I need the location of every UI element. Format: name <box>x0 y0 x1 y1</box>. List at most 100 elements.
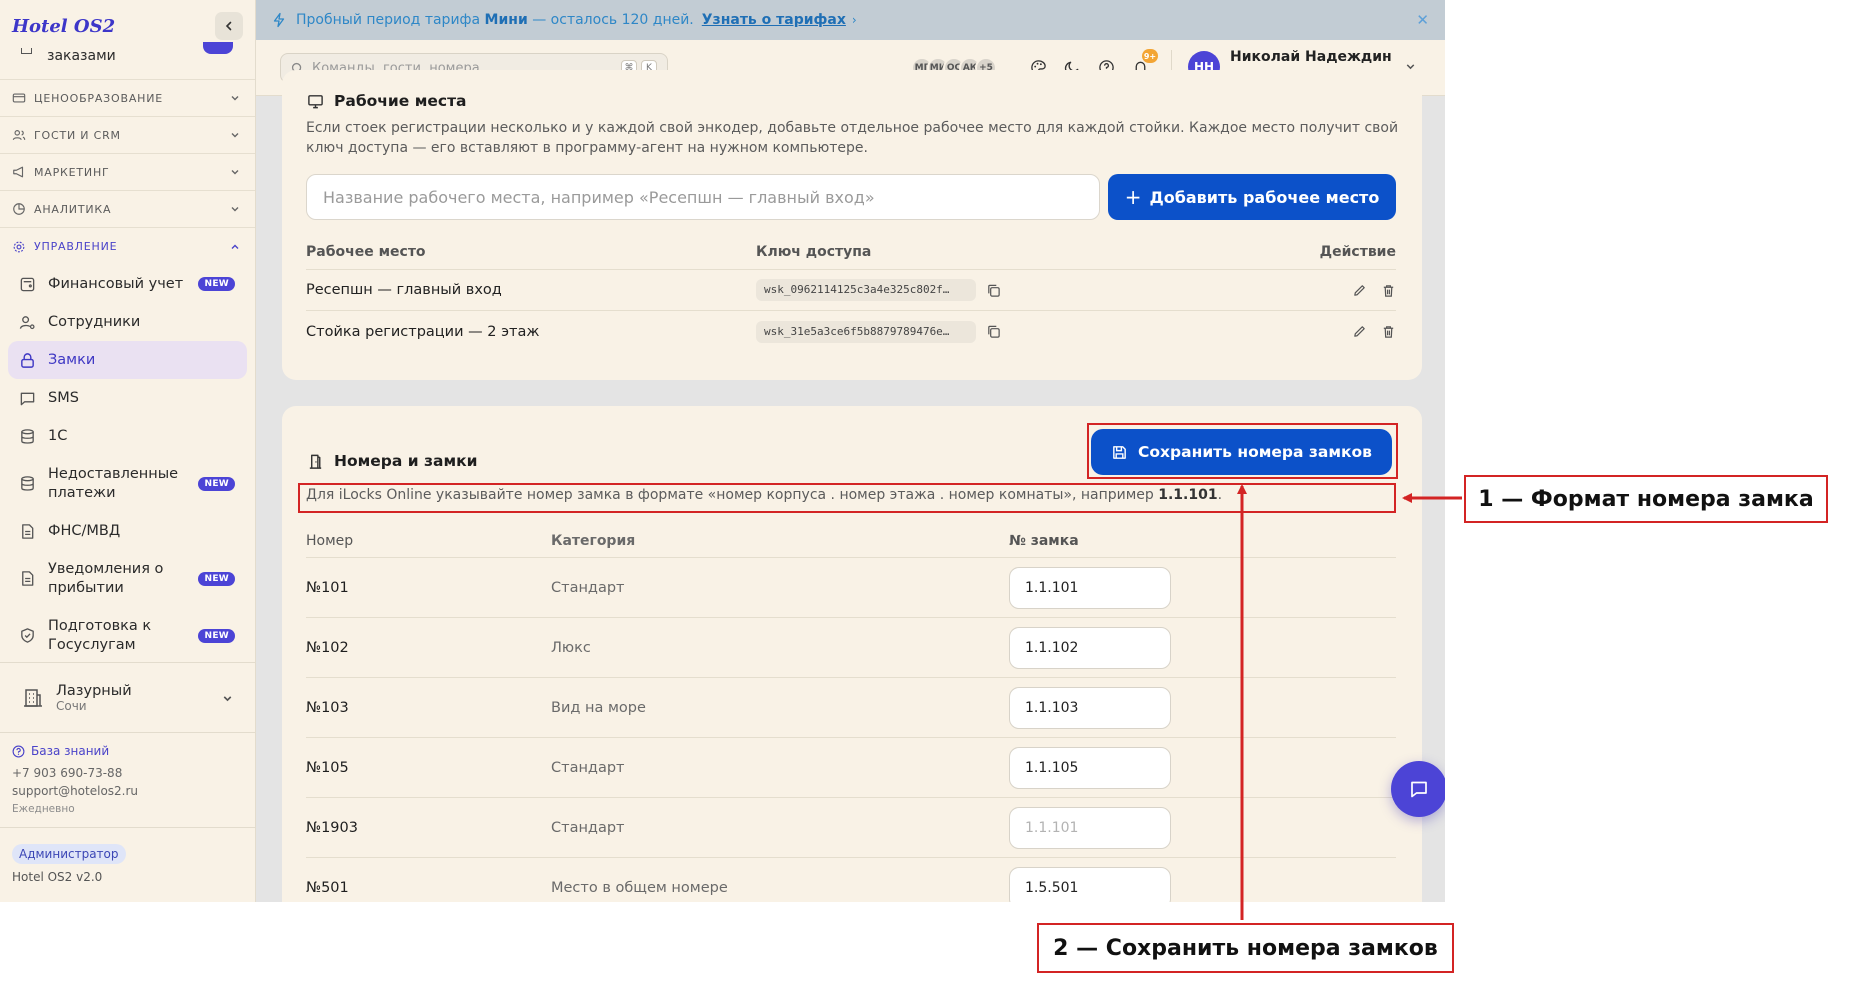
orders-badge <box>203 42 233 54</box>
lock-number-input[interactable]: 1.1.103 <box>1009 686 1171 729</box>
banner-text: Пробный период тарифа <box>296 12 481 28</box>
tariffs-link[interactable]: Узнать о тарифах <box>702 12 846 28</box>
column-header: Номер <box>306 532 354 549</box>
room-category: Люкс <box>551 639 591 656</box>
lock-number-input[interactable]: 1.1.102 <box>1009 626 1171 669</box>
add-workstation-button[interactable]: + Добавить рабочее место <box>1108 174 1396 220</box>
database-icon <box>21 476 34 491</box>
section-label: ЦЕНООБРАЗОВАНИЕ <box>34 91 164 105</box>
sidebar-item-label: Финансовый учет <box>48 275 184 292</box>
lightning-icon <box>273 12 285 28</box>
support-email[interactable]: support@hotelos2.ru <box>12 782 138 800</box>
column-header: Рабочее место <box>306 243 426 260</box>
room-category: Стандарт <box>551 759 625 776</box>
support-hours: Ежедневно <box>12 803 75 815</box>
shield-check-icon <box>21 628 34 643</box>
notification-count: 9+ <box>1142 49 1158 63</box>
workstation-name-input[interactable]: Название рабочего места, например «Ресеп… <box>306 174 1100 220</box>
role-block: Администратор Hotel OS2 v2.0 <box>12 843 126 884</box>
close-banner-button[interactable]: ✕ <box>1416 11 1429 29</box>
section-guests-crm[interactable]: ГОСТИ И CRM <box>0 117 255 154</box>
trash-icon[interactable] <box>1381 324 1396 339</box>
section-pricing[interactable]: ЦЕНООБРАЗОВАНИЕ <box>0 80 255 117</box>
lock-number-input[interactable]: 1.1.105 <box>1009 746 1171 789</box>
section-analytics[interactable]: АНАЛИТИКА <box>0 191 255 228</box>
chevron-down-icon <box>231 96 239 101</box>
button-label: Добавить рабочее место <box>1149 187 1380 207</box>
divider <box>0 732 256 733</box>
ledger-icon <box>20 277 35 291</box>
new-badge: NEW <box>198 476 235 491</box>
support-phone[interactable]: +7 903 690-73-88 <box>12 764 138 782</box>
edit-icon[interactable] <box>1352 324 1367 339</box>
highlight-save-button <box>1087 423 1398 479</box>
door-icon <box>309 454 322 469</box>
lock-number-input[interactable]: 1.5.501 <box>1009 866 1171 902</box>
sidebar-item-label: Замки <box>48 351 96 368</box>
new-badge: NEW <box>198 628 235 643</box>
chevron-down-icon <box>231 133 239 138</box>
chevron-right-icon: › <box>851 13 857 27</box>
sidebar-item-orders[interactable]: заказами <box>0 42 255 70</box>
new-badge: NEW <box>198 571 235 586</box>
workstations-table: Рабочее место Ключ доступа Действие Ресе… <box>306 234 1396 352</box>
sidebar-item-locks[interactable]: Замки <box>8 341 247 379</box>
monitor-icon <box>308 94 323 108</box>
edit-icon[interactable] <box>1352 283 1367 298</box>
wallet-icon <box>12 93 26 103</box>
trash-icon[interactable] <box>1381 283 1396 298</box>
room-number: №105 <box>306 759 349 776</box>
sidebar-item-1c[interactable]: 1С <box>8 417 247 455</box>
sidebar-item-arrival-notices[interactable]: Уведомления о прибытии NEW <box>8 550 247 607</box>
orders-icon <box>21 48 32 54</box>
copy-icon[interactable] <box>986 324 1001 339</box>
sidebar-item-staff[interactable]: Сотрудники <box>8 303 247 341</box>
callout-lock-format: 1 — Формат номера замка <box>1464 475 1828 523</box>
user-gear-icon <box>19 315 35 329</box>
access-key: wsk_0962114125c3a4e325c802f… <box>756 279 976 301</box>
sidebar-item-sms[interactable]: SMS <box>8 379 247 417</box>
table-row: Ресепшн — главный вход wsk_0962114125c3a… <box>306 270 1396 311</box>
table-row: №102 Люкс 1.1.102 <box>306 618 1396 678</box>
banner-plan: Мини <box>484 12 528 28</box>
sidebar-item-finance[interactable]: Финансовый учет NEW <box>8 265 247 303</box>
sidebar-item-label: заказами <box>47 48 116 64</box>
lock-number-input[interactable]: 1.1.101 <box>1009 806 1171 849</box>
help-circle-icon <box>12 745 25 757</box>
section-label: ГОСТИ И CRM <box>34 128 121 142</box>
section-label: АНАЛИТИКА <box>34 202 112 216</box>
lock-number-input[interactable]: 1.1.101 <box>1009 566 1171 609</box>
sidebar-item-failed-payments[interactable]: Недоставленные платежи NEW <box>8 455 247 512</box>
knowledge-base-label: База знаний <box>31 744 110 758</box>
collapse-sidebar-button[interactable] <box>215 12 243 40</box>
trial-banner: Пробный период тарифа Мини — осталось 12… <box>256 0 1445 40</box>
brand-logo: Hotel OS2 <box>12 15 116 37</box>
section-marketing[interactable]: МАРКЕТИНГ <box>0 154 255 191</box>
chevron-left-icon <box>225 21 232 31</box>
sidebar-item-label: SMS <box>48 389 79 406</box>
table-row: №105 Стандарт 1.1.105 <box>306 738 1396 798</box>
sidebar-item-label: ФНС/МВД <box>48 522 121 539</box>
hotel-switcher[interactable]: Лазурный Сочи <box>12 672 244 724</box>
gear-icon <box>13 241 25 252</box>
chat-button[interactable] <box>1391 761 1445 817</box>
sidebar-item-gosuslugi[interactable]: Подготовка к Госуслугам NEW <box>8 607 247 664</box>
knowledge-base-link[interactable]: База знаний <box>12 742 138 760</box>
room-number: №1903 <box>306 819 358 836</box>
room-number: №501 <box>306 879 349 896</box>
copy-icon[interactable] <box>986 283 1001 298</box>
section-management[interactable]: УПРАВЛЕНИЕ <box>0 228 255 265</box>
workstations-card: Рабочие места Если стоек регистрации нес… <box>282 70 1422 380</box>
sidebar-item-label: Сотрудники <box>48 313 141 330</box>
room-category: Стандарт <box>551 579 625 596</box>
banner-days: — осталось 120 дней. <box>532 12 694 28</box>
divider <box>0 827 256 828</box>
table-row: №501 Место в общем номере 1.5.501 <box>306 858 1396 902</box>
app-version: Hotel OS2 v2.0 <box>12 870 103 884</box>
highlight-format-hint <box>298 483 1396 513</box>
room-number: №102 <box>306 639 349 656</box>
sidebar-item-fns-mvd[interactable]: ФНС/МВД <box>8 512 247 550</box>
new-badge: NEW <box>198 277 235 291</box>
sidebar-item-label: 1С <box>48 427 68 444</box>
table-row: №103 Вид на море 1.1.103 <box>306 678 1396 738</box>
